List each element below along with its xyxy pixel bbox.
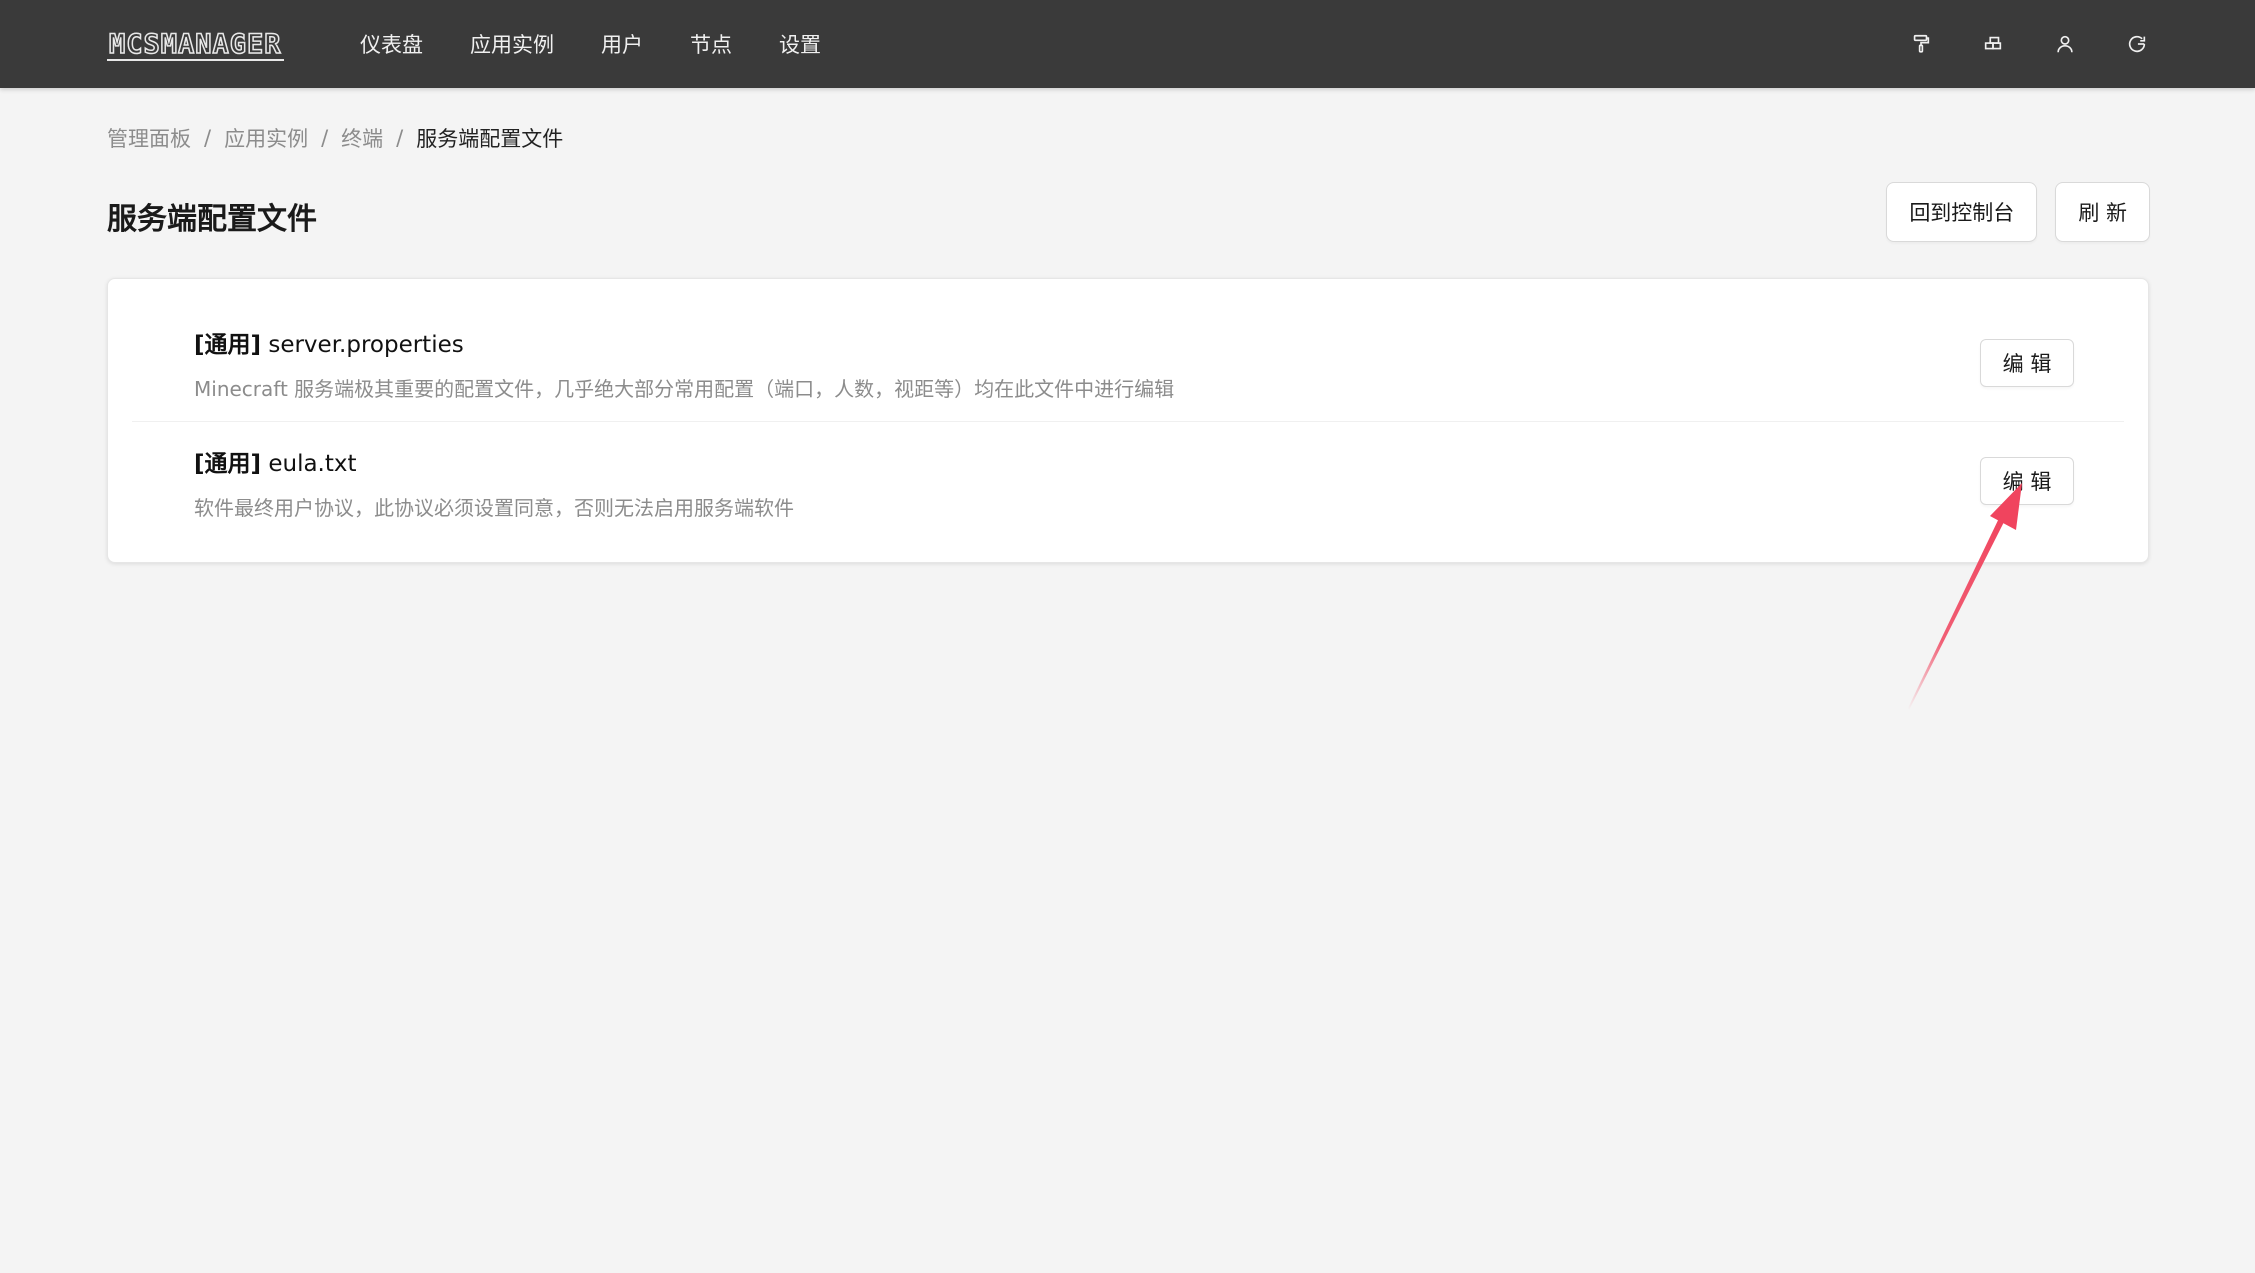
breadcrumb-separator: / bbox=[204, 126, 212, 150]
back-to-console-button[interactable]: 回到控制台 bbox=[1886, 182, 2038, 242]
file-name: server.properties bbox=[268, 332, 464, 358]
mcsmanager-logo[interactable]: MCSMANAGER bbox=[107, 28, 284, 61]
breadcrumb: 管理面板 / 应用实例 / 终端 / 服务端配置文件 bbox=[107, 124, 563, 152]
file-name: eula.txt bbox=[268, 451, 357, 477]
edit-button[interactable]: 编 辑 bbox=[1980, 457, 2074, 505]
refresh-button[interactable]: 刷 新 bbox=[2055, 182, 2150, 242]
nav-item-dashboard[interactable]: 仪表盘 bbox=[360, 29, 423, 59]
nav-item-nodes[interactable]: 节点 bbox=[690, 29, 732, 59]
breadcrumb-terminal[interactable]: 终端 bbox=[341, 123, 383, 153]
header-actions: 回到控制台 刷 新 bbox=[1868, 182, 2150, 242]
breadcrumb-panel[interactable]: 管理面板 bbox=[107, 123, 191, 153]
list-item-eula: [通用] eula.txt 软件最终用户协议，此协议必须设置同意，否则无法启用服… bbox=[132, 422, 2124, 562]
user-icon[interactable] bbox=[2047, 26, 2083, 62]
file-tag: [通用] bbox=[194, 451, 262, 477]
breadcrumb-separator: / bbox=[396, 126, 404, 150]
file-title: [通用] eula.txt bbox=[194, 444, 357, 478]
top-navbar: MCSMANAGER 仪表盘 应用实例 用户 节点 设置 bbox=[0, 0, 2255, 88]
file-description: Minecraft 服务端极其重要的配置文件，几乎绝大部分常用配置（端口，人数，… bbox=[194, 377, 1175, 401]
breadcrumb-instances[interactable]: 应用实例 bbox=[224, 123, 308, 153]
nav-item-users[interactable]: 用户 bbox=[601, 29, 643, 59]
top-right-icons bbox=[1867, 0, 2155, 88]
breadcrumb-current: 服务端配置文件 bbox=[416, 127, 564, 151]
edit-button[interactable]: 编 辑 bbox=[1980, 339, 2074, 387]
page-title: 服务端配置文件 bbox=[107, 202, 317, 237]
list-item-server-properties: [通用] server.properties Minecraft 服务端极其重要… bbox=[132, 279, 2124, 422]
paint-roller-icon[interactable] bbox=[1903, 26, 1939, 62]
file-title: [通用] server.properties bbox=[194, 325, 464, 359]
file-tag: [通用] bbox=[194, 332, 262, 358]
nav-item-settings[interactable]: 设置 bbox=[779, 29, 821, 59]
grid-icon[interactable] bbox=[1975, 26, 2011, 62]
refresh-icon[interactable] bbox=[2119, 26, 2155, 62]
main-nav: 仪表盘 应用实例 用户 节点 设置 bbox=[360, 0, 868, 88]
config-file-list: [通用] server.properties Minecraft 服务端极其重要… bbox=[107, 278, 2149, 563]
breadcrumb-separator: / bbox=[321, 126, 329, 150]
file-description: 软件最终用户协议，此协议必须设置同意，否则无法启用服务端软件 bbox=[194, 496, 794, 520]
nav-item-instances[interactable]: 应用实例 bbox=[470, 29, 554, 59]
